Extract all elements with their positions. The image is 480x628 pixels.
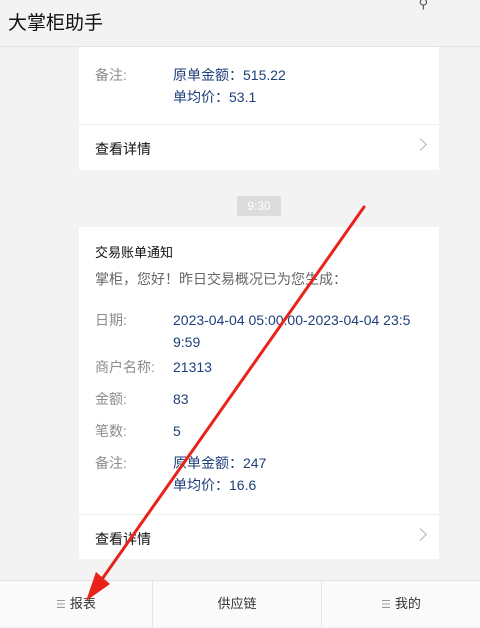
message-timestamp: 9:30 — [237, 196, 281, 216]
note-line-2: 单均价：53.1 — [173, 89, 257, 105]
field-label: 笔数: — [95, 423, 127, 439]
menu-icon: ☰ — [381, 599, 391, 611]
tab-label: 报表 — [69, 596, 96, 611]
bottom-menu-bar: ☰ 报表 供应链 ☰ 我的 — [0, 580, 480, 627]
tab-mine[interactable]: ☰ 我的 — [322, 581, 480, 627]
field-label: 备注: — [95, 455, 127, 471]
message-card-previous: 备注: 原单金额：515.22 单均价：53.1 查看详情 — [79, 47, 439, 170]
field-value: 2023-04-04 05:00:00-2023-04-04 23:5 9:59 — [173, 312, 411, 350]
field-label: 日期: — [95, 312, 127, 328]
tab-label: 供应链 — [217, 596, 257, 611]
message-card-transaction: 交易账单通知 掌柜，您好！昨日交易概况已为您生成： 日期: 2023-04-04… — [79, 227, 439, 559]
note-line-1: 原单金额：515.22 — [173, 67, 286, 83]
chat-header: 大掌柜助手 ⚲ — [0, 0, 480, 47]
view-details-label: 查看详情 — [95, 141, 151, 157]
field-label: 金额: — [95, 391, 127, 407]
view-details-label: 查看详情 — [95, 531, 151, 547]
menu-icon: ☰ — [56, 599, 66, 611]
chevron-right-icon — [414, 528, 427, 541]
tab-label: 我的 — [394, 596, 421, 611]
view-details-link[interactable]: 查看详情 — [79, 515, 439, 559]
chevron-right-icon — [414, 138, 427, 151]
field-value: 原单金额：247 单均价：16.6 — [173, 455, 267, 493]
chat-title: 大掌柜助手 — [8, 13, 104, 34]
greeting-text: 掌柜，您好！昨日交易概况已为您生成： — [95, 271, 347, 287]
field-value: 83 — [173, 391, 189, 407]
card-title: 交易账单通知 — [95, 245, 174, 260]
field-label: 商户名称: — [95, 359, 155, 375]
pin-icon[interactable]: ⚲ — [418, 0, 428, 12]
view-details-link[interactable]: 查看详情 — [79, 125, 439, 169]
field-value: 5 — [173, 423, 181, 439]
field-value: 21313 — [173, 359, 212, 375]
tab-reports[interactable]: ☰ 报表 — [0, 581, 152, 627]
tab-supply-chain[interactable]: 供应链 — [153, 581, 321, 627]
note-label: 备注: — [95, 67, 127, 83]
